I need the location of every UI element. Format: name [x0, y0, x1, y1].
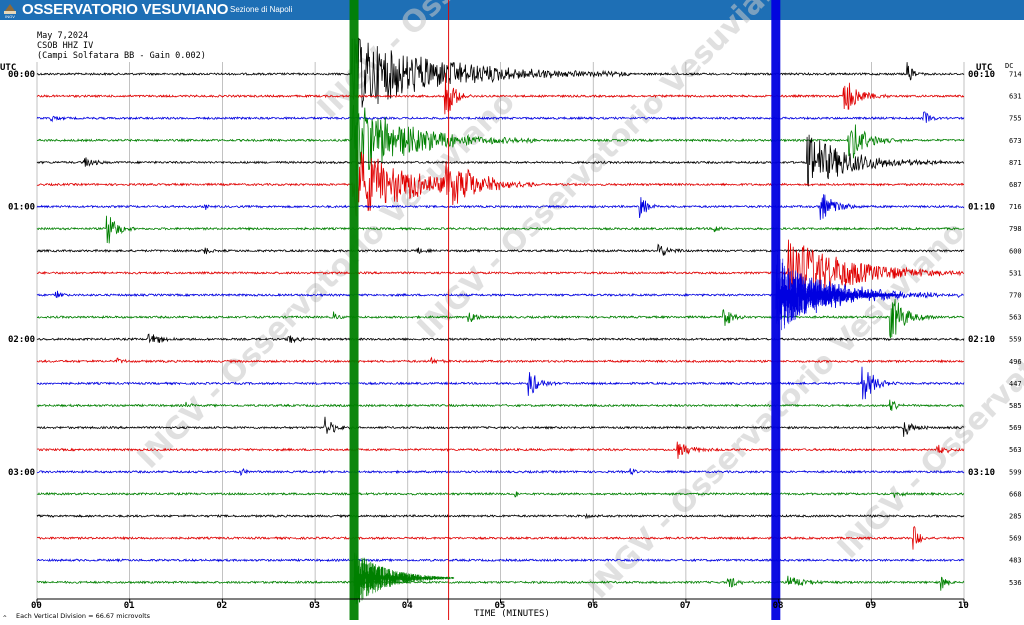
dc-offset-label: 716 [1009, 203, 1022, 211]
dc-offset-label: 798 [1009, 225, 1022, 233]
dc-offset-label: 714 [1009, 71, 1022, 79]
right-time-label: 01:10 [968, 203, 995, 213]
dc-offset-label: 631 [1009, 93, 1022, 101]
saturated-event [349, 0, 359, 620]
x-tick-label: 02 [216, 601, 227, 611]
x-tick-label: 04 [402, 601, 413, 611]
left-time-label: 00:00 [8, 70, 35, 80]
dc-offset-label: 496 [1009, 358, 1022, 366]
right-time-label: 02:10 [968, 335, 995, 345]
seismogram-chart: INGV - Osservatorio VesuvianoINGV - Osse… [0, 0, 1024, 622]
dc-offset-label: 871 [1009, 159, 1022, 167]
dc-offset-label: 673 [1009, 137, 1022, 145]
dc-column-header: DC [1005, 62, 1013, 70]
dc-offset-label: 755 [1009, 115, 1022, 123]
x-tick-label: 01 [124, 601, 135, 611]
dc-offset-label: 599 [1009, 468, 1022, 476]
x-tick-label: 07 [680, 601, 691, 611]
dc-offset-label: 585 [1009, 402, 1022, 410]
dc-offset-label: 563 [1009, 314, 1022, 322]
left-time-label: 03:00 [8, 468, 35, 478]
left-time-label: 01:00 [8, 203, 35, 213]
saturated-event [448, 0, 450, 620]
x-tick-label: 03 [309, 601, 320, 611]
dc-offset-label: 483 [1009, 557, 1022, 565]
dc-offset-label: 285 [1009, 513, 1022, 521]
dc-offset-label: 569 [1009, 424, 1022, 432]
x-tick-label: 06 [587, 601, 598, 611]
dc-offset-label: 559 [1009, 336, 1022, 344]
dc-offset-label: 447 [1009, 380, 1022, 388]
x-axis-title: TIME (MINUTES) [474, 609, 550, 619]
dc-offset-label: 668 [1009, 490, 1022, 498]
dc-offset-label: 770 [1009, 292, 1022, 300]
dc-offset-label: 687 [1009, 181, 1022, 189]
x-tick-label: 09 [865, 601, 876, 611]
watermark-text: INGV - Osservatorio Vesuviano [411, 0, 802, 346]
dc-offset-label: 531 [1009, 269, 1022, 277]
dc-offset-label: 569 [1009, 535, 1022, 543]
dc-offset-label: 600 [1009, 247, 1022, 255]
right-time-label: 00:10 [968, 70, 995, 80]
right-time-label: 03:10 [968, 468, 995, 478]
footer-note: Each Vertical Division = 66.67 microvolt… [16, 612, 151, 620]
left-time-label: 02:00 [8, 335, 35, 345]
x-tick-label: 08 [773, 601, 784, 611]
footer-mark: ^ [3, 615, 7, 622]
dc-offset-label: 563 [1009, 446, 1022, 454]
dc-offset-label: 536 [1009, 579, 1022, 587]
x-tick-label: 10 [958, 601, 969, 611]
x-tick-label: 00 [31, 601, 42, 611]
